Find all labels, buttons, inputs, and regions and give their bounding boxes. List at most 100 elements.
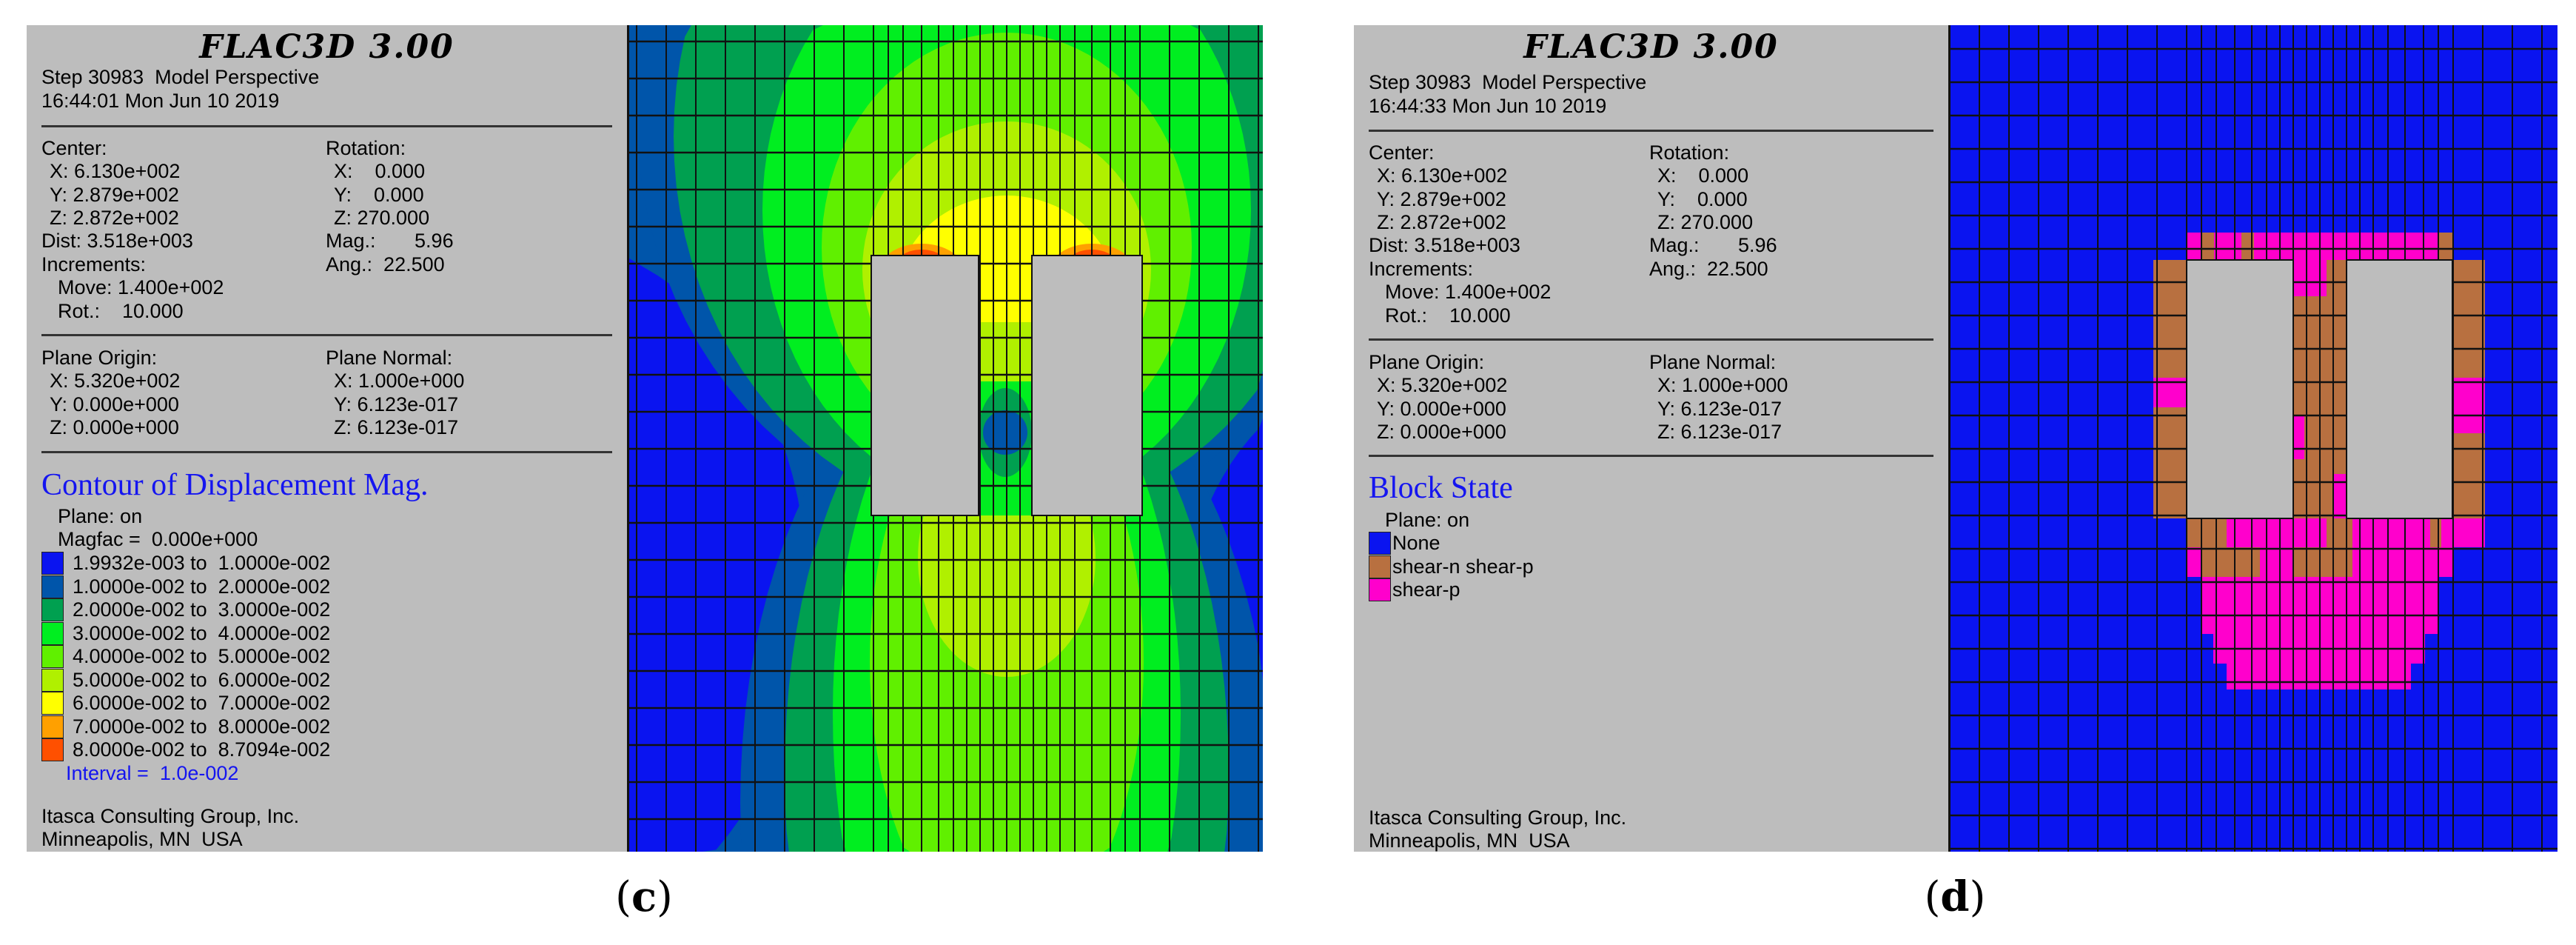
center-z: Z: 2.872e+002 (1377, 211, 1506, 233)
plane-origin-y: Y: 0.000e+000 (1377, 398, 1506, 420)
legend-title: Contour of Displacement Mag. (41, 468, 429, 502)
legend-label: shear-p (1392, 578, 1460, 601)
excavation-opening (2346, 259, 2453, 519)
plane-normal-y: Y: 6.123e-017 (334, 393, 459, 415)
rotation-y: Y: 0.000 (334, 184, 424, 206)
plane-origin-label: Plane Origin: (1369, 351, 1485, 373)
excavation-opening (871, 255, 979, 516)
legend-label: 2.0000e-002 to 3.0000e-002 (73, 598, 331, 621)
legend-label: 4.0000e-002 to 5.0000e-002 (73, 645, 331, 667)
center-x: X: 6.130e+002 (50, 160, 181, 182)
legend-swatch (1369, 532, 1391, 555)
info-panel-d: FLAC3D 3.00 Step 30983 Model Perspective… (1354, 25, 1948, 852)
state-shear-n-shear-p (2439, 233, 2452, 260)
divider (1369, 338, 1933, 341)
caption-letter: d (1940, 872, 1970, 921)
plane-origin-z: Z: 0.000e+000 (1377, 421, 1506, 443)
caption-d: (d) (1924, 872, 1986, 921)
app-title: FLAC3D 3.00 (199, 28, 455, 66)
plane-normal-z: Z: 6.123e-017 (1657, 421, 1782, 443)
legend-swatch (41, 715, 64, 738)
legend-label: 1.0000e-002 to 2.0000e-002 (73, 575, 331, 598)
increments-label: Increments: (41, 253, 147, 276)
app-title: FLAC3D 3.00 (1523, 28, 1779, 66)
plane-origin-label: Plane Origin: (41, 347, 158, 369)
center-y: Y: 2.879e+002 (50, 184, 179, 206)
move-increment: Move: 1.400e+002 (1385, 281, 1552, 303)
rotation-z: Z: 270.000 (334, 207, 430, 229)
magfac: Magfac = 0.000e+000 (58, 528, 258, 550)
divider (41, 334, 612, 336)
location: Minneapolis, MN USA (41, 828, 243, 850)
legend-label: shear-n shear-p (1392, 555, 1534, 578)
ang: Ang.: 22.500 (326, 253, 445, 276)
state-shear-n-shear-p (2327, 518, 2352, 547)
legend-label: 3.0000e-002 to 4.0000e-002 (73, 621, 331, 644)
plane-on: Plane: on (58, 505, 143, 527)
dist: Dist: 3.518e+003 (1369, 234, 1520, 256)
legend-swatch (41, 575, 64, 598)
rotation-x: X: 0.000 (334, 160, 426, 182)
caption-c: (c) (615, 872, 673, 921)
info-panel-c: FLAC3D 3.00 Step 30983 Model Perspective… (27, 25, 627, 852)
legend-swatch (41, 668, 64, 692)
legend-label: None (1392, 532, 1440, 554)
displacement-contour-plot (627, 25, 1263, 852)
state-shear-n-shear-p (2430, 518, 2441, 547)
legend-swatch (41, 645, 64, 668)
state-shear-p (2227, 664, 2411, 689)
state-shear-p (2452, 378, 2485, 433)
rotation-y: Y: 0.000 (1657, 188, 1748, 210)
move-increment: Move: 1.400e+002 (58, 276, 224, 298)
step-line: Step 30983 Model Perspective (41, 66, 320, 88)
legend-swatch (41, 552, 64, 575)
legend-swatch (41, 598, 64, 621)
legend-swatch (41, 738, 64, 761)
state-shear-n-shear-p (2187, 518, 2227, 547)
rotation-x: X: 0.000 (1657, 164, 1749, 187)
mag: Mag.: 5.96 (1649, 234, 1777, 256)
pillar-band (979, 256, 1032, 322)
excavation-opening (1031, 255, 1143, 516)
legend-swatch (1369, 578, 1391, 601)
caption-letter: c (631, 872, 657, 921)
legend-swatch (1369, 555, 1391, 578)
rotation-label: Rotation: (1649, 141, 1730, 164)
plane-normal-y: Y: 6.123e-017 (1657, 398, 1782, 420)
rot-increment: Rot.: 10.000 (58, 300, 184, 322)
legend-swatch (41, 621, 64, 645)
state-shear-n-shear-p (2293, 547, 2352, 577)
plane-normal-x: X: 1.000e+000 (1657, 374, 1788, 396)
company: Itasca Consulting Group, Inc. (1369, 807, 1627, 829)
legend-swatch (41, 692, 64, 715)
plane-normal-x: X: 1.000e+000 (334, 370, 465, 392)
center-z: Z: 2.872e+002 (50, 207, 179, 229)
legend-label: 1.9932e-003 to 1.0000e-002 (73, 552, 331, 574)
dist: Dist: 3.518e+003 (41, 230, 193, 252)
plane-normal-label: Plane Normal: (1649, 351, 1777, 373)
interval: Interval = 1.0e-002 (66, 762, 239, 784)
pillar-band (979, 322, 1032, 381)
rot-increment: Rot.: 10.000 (1385, 304, 1511, 327)
block-state-plot (1948, 25, 2557, 852)
plane-on: Plane: on (1385, 509, 1470, 531)
center-y: Y: 2.879e+002 (1377, 188, 1506, 210)
legend-title: Block State (1369, 471, 1513, 505)
divider (41, 451, 612, 453)
legend-label: 5.0000e-002 to 6.0000e-002 (73, 668, 331, 691)
plane-normal-label: Plane Normal: (326, 347, 453, 369)
company: Itasca Consulting Group, Inc. (41, 805, 300, 827)
plane-origin-y: Y: 0.000e+000 (50, 393, 179, 415)
state-shear-p (2334, 474, 2347, 518)
plane-normal-z: Z: 6.123e-017 (334, 416, 459, 438)
legend-label: 8.0000e-002 to 8.7094e-002 (73, 738, 331, 761)
plane-origin-x: X: 5.320e+002 (50, 370, 181, 392)
rotation-z: Z: 270.000 (1657, 211, 1754, 233)
mag: Mag.: 5.96 (326, 230, 454, 252)
state-shear-n-shear-p (2201, 233, 2214, 260)
increments-label: Increments: (1369, 258, 1474, 280)
plane-origin-z: Z: 0.000e+000 (50, 416, 179, 438)
divider (1369, 455, 1933, 457)
location: Minneapolis, MN USA (1369, 829, 1570, 852)
state-shear-p (2293, 415, 2304, 459)
